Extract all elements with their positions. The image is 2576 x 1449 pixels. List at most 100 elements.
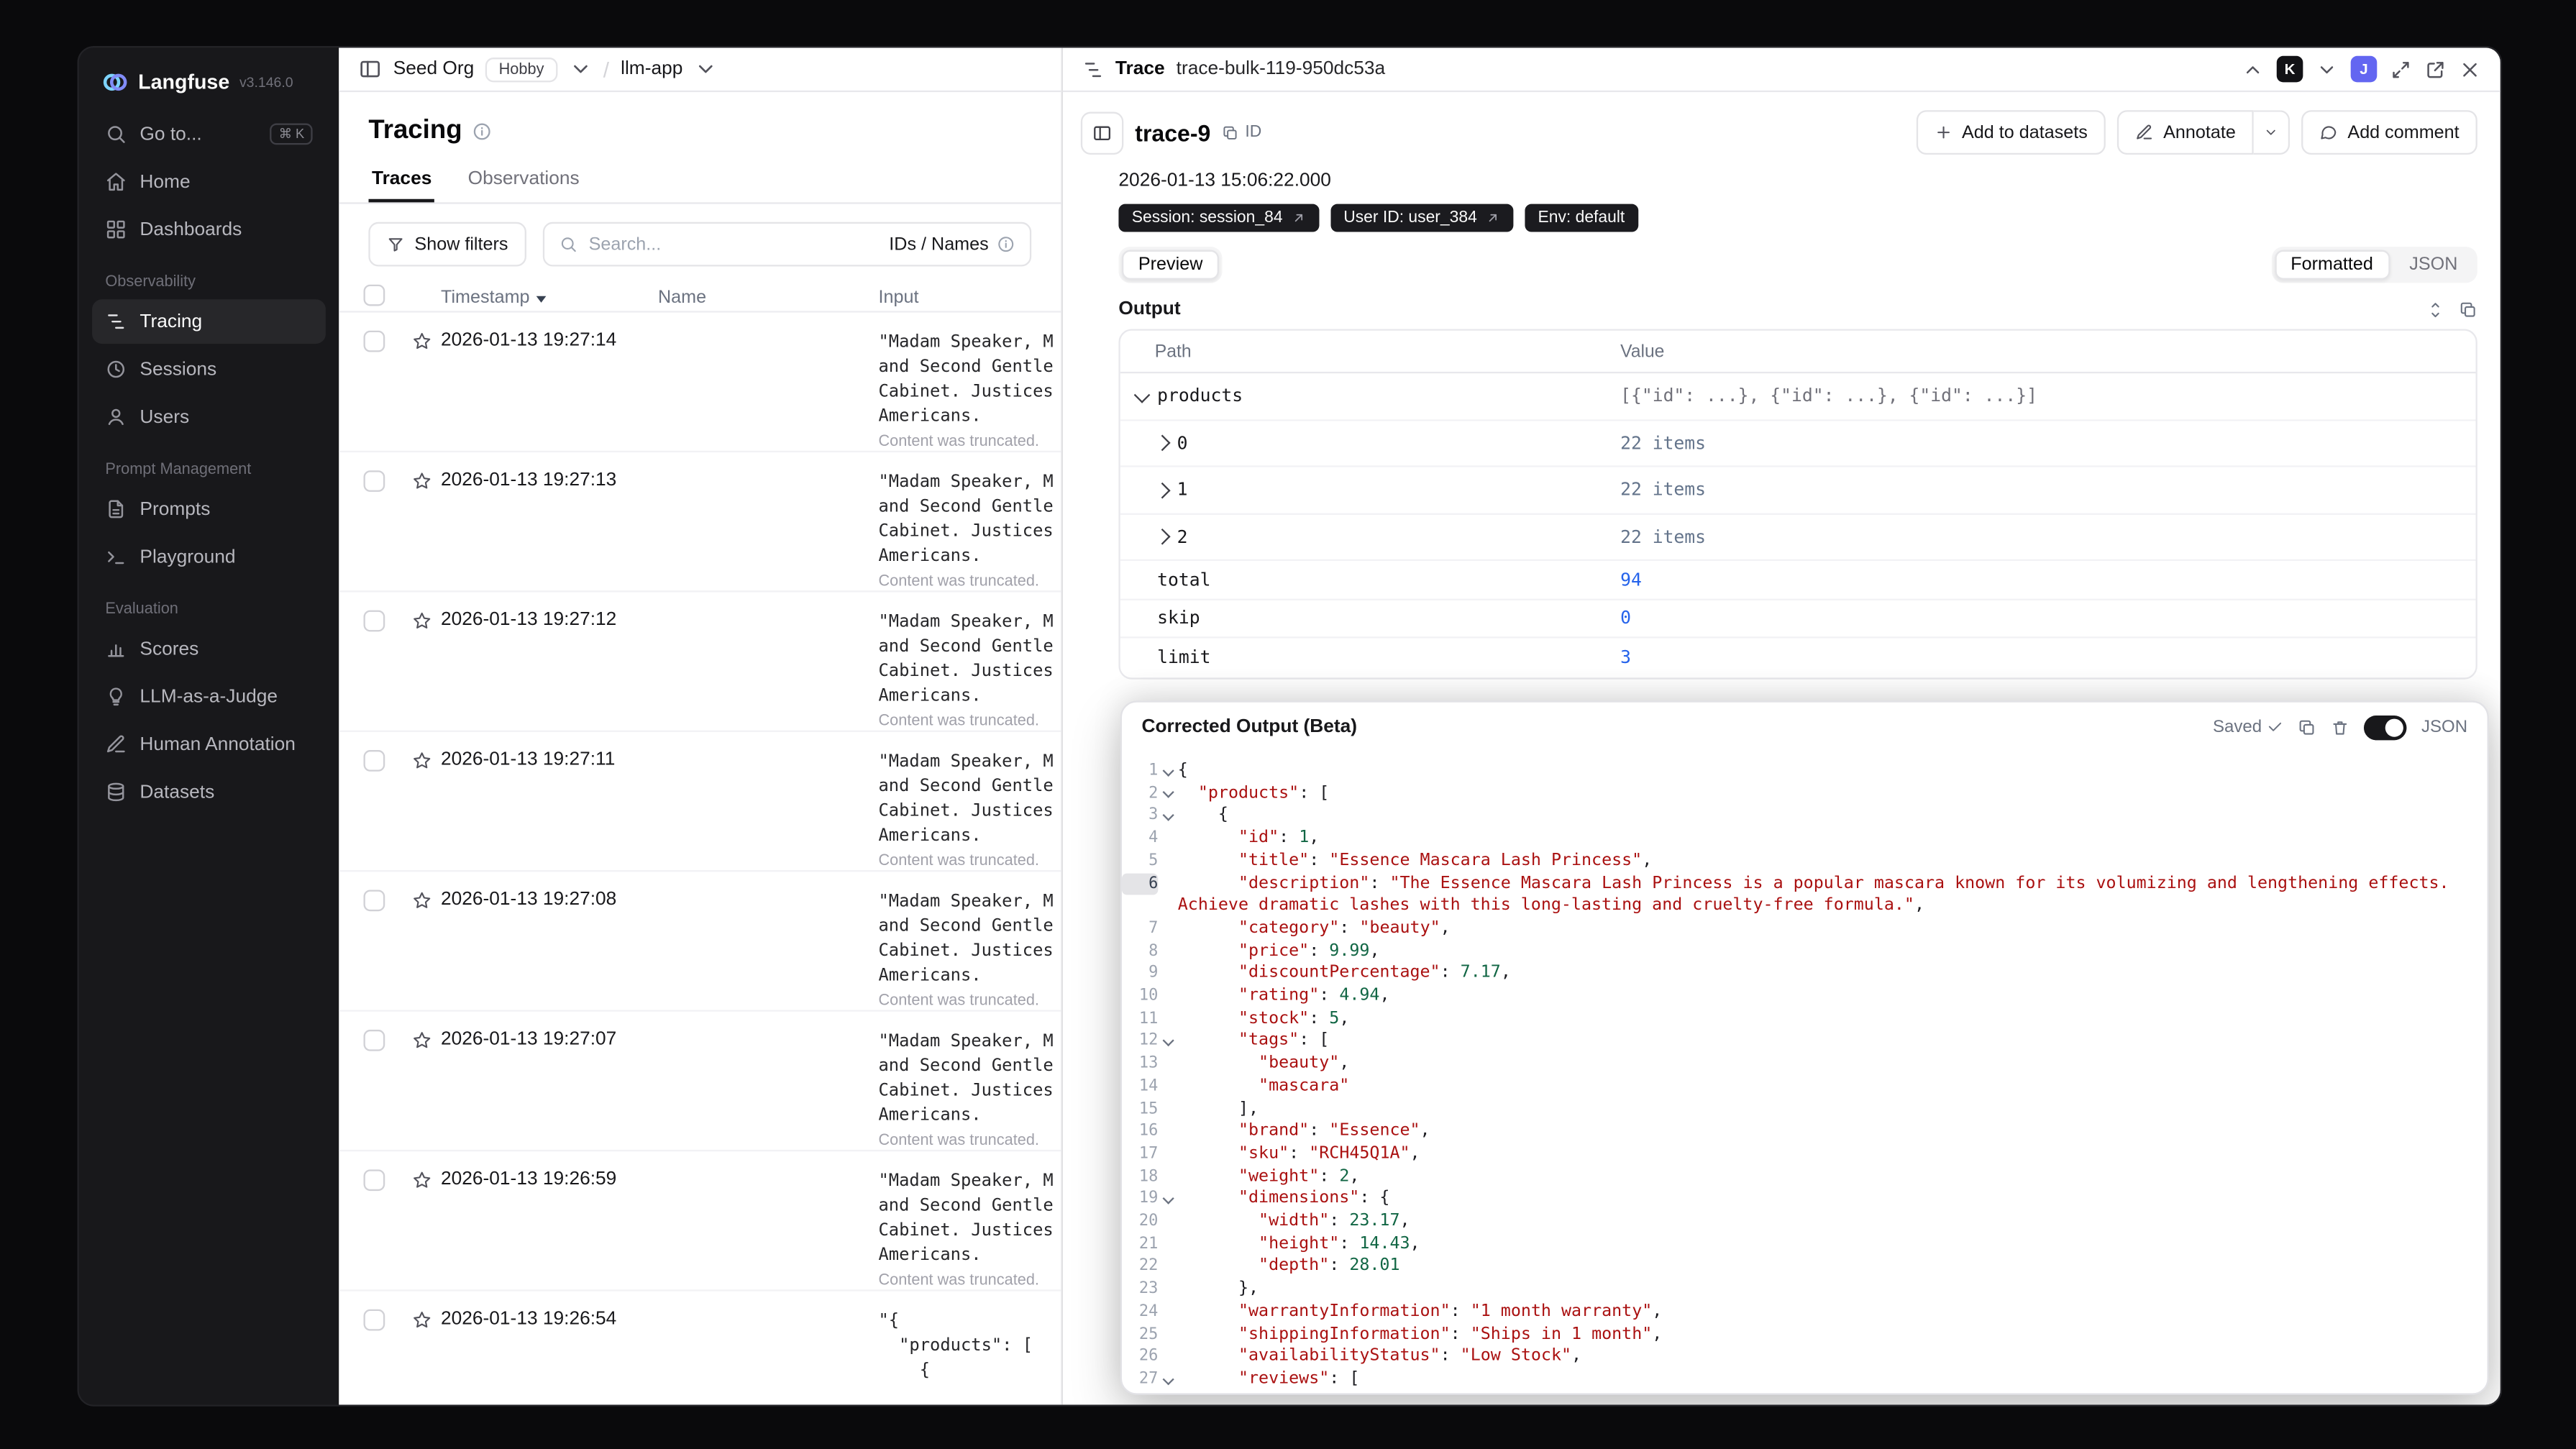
row-checkbox[interactable]	[363, 1169, 385, 1192]
trace-row[interactable]: 2026-01-13 19:27:12 "Madam Speaker, M an…	[339, 592, 1061, 732]
output-row[interactable]: 0 22 items	[1120, 420, 2476, 467]
goto-search[interactable]: Go to... ⌘ K	[92, 112, 326, 157]
trace-row[interactable]: 2026-01-13 19:27:14 "Madam Speaker, M an…	[339, 313, 1061, 453]
copy-icon[interactable]	[2298, 718, 2316, 736]
trace-id-copy[interactable]: ID	[1222, 124, 1261, 142]
sidebar-item-dashboards[interactable]: Dashboards	[92, 207, 326, 252]
search-scope-select[interactable]: IDs / Names	[889, 234, 1015, 254]
expand-icon[interactable]	[2390, 58, 2412, 80]
code-text: "title": "Essence Mascara Lash Princess"…	[1238, 851, 1653, 870]
sidebar-item-users[interactable]: Users	[92, 395, 326, 439]
code-text: },	[1177, 1279, 1259, 1299]
trace-row[interactable]: 2026-01-13 19:27:08 "Madam Speaker, M an…	[339, 872, 1061, 1012]
row-checkbox[interactable]	[363, 750, 385, 772]
fold-chevron-icon[interactable]	[1158, 1373, 1177, 1384]
code-line: 15 ],	[1122, 1098, 2488, 1120]
chevron-down-icon[interactable]	[569, 58, 592, 81]
output-row[interactable]: total 94	[1120, 561, 2476, 600]
unfold-icon[interactable]	[2426, 300, 2444, 318]
output-row[interactable]: 1 22 items	[1120, 467, 2476, 514]
sidebar-item-label: Playground	[140, 547, 236, 567]
star-icon[interactable]	[411, 331, 433, 352]
sidebar-item-sessions[interactable]: Sessions	[92, 347, 326, 392]
star-icon[interactable]	[411, 1309, 433, 1331]
star-icon[interactable]	[411, 750, 433, 772]
expand-chevron-icon[interactable]	[1154, 529, 1169, 544]
code-line: 13 "beauty",	[1122, 1053, 2488, 1075]
star-icon[interactable]	[411, 611, 433, 632]
output-row[interactable]: skip 0	[1120, 600, 2476, 639]
output-row[interactable]: 2 22 items	[1120, 514, 2476, 562]
row-checkbox[interactable]	[363, 1029, 385, 1051]
format-formatted[interactable]: Formatted	[2274, 250, 2390, 280]
sidebar-item-datasets[interactable]: Datasets	[92, 770, 326, 815]
row-checkbox[interactable]	[363, 890, 385, 912]
trace-badge[interactable]: User ID: user_384	[1330, 204, 1514, 232]
star-icon[interactable]	[411, 1169, 433, 1191]
show-filters-button[interactable]: Show filters	[368, 221, 526, 267]
sidebar-item-playground[interactable]: Playground	[92, 534, 326, 579]
column-input[interactable]: Input	[878, 288, 1061, 307]
expand-chevron-icon[interactable]	[1154, 435, 1169, 451]
sidebar-item-llm-as-a-judge[interactable]: LLM-as-a-Judge	[92, 675, 326, 719]
sidebar-item-label: Prompts	[140, 499, 211, 519]
sidebar-item-tracing[interactable]: Tracing	[92, 299, 326, 344]
row-checkbox[interactable]	[363, 330, 385, 352]
chevron-down-icon[interactable]	[694, 58, 717, 81]
fold-chevron-icon[interactable]	[1158, 764, 1177, 775]
select-all-checkbox[interactable]	[363, 284, 385, 306]
json-toggle[interactable]	[2363, 714, 2407, 740]
org-name[interactable]: Seed Org	[393, 59, 475, 78]
search-input[interactable]: Search... IDs / Names	[542, 221, 1032, 267]
chevron-up-icon[interactable]	[2242, 58, 2264, 80]
fold-chevron-icon[interactable]	[1158, 1192, 1177, 1203]
fold-chevron-icon[interactable]	[1158, 809, 1177, 821]
trace-row[interactable]: 2026-01-13 19:27:07 "Madam Speaker, M an…	[339, 1012, 1061, 1152]
row-checkbox[interactable]	[363, 470, 385, 492]
trace-row[interactable]: 2026-01-13 19:26:59 "Madam Speaker, M an…	[339, 1151, 1061, 1292]
collapse-panel-button[interactable]	[1080, 111, 1124, 154]
format-json[interactable]: JSON	[2393, 250, 2474, 280]
tab-preview[interactable]: Preview	[1122, 250, 1220, 280]
info-icon[interactable]	[472, 122, 491, 141]
fold-chevron-icon[interactable]	[1158, 1035, 1177, 1046]
add-to-datasets-button[interactable]: Add to datasets	[1915, 110, 2106, 155]
close-icon[interactable]	[2459, 58, 2481, 80]
star-icon[interactable]	[411, 470, 433, 492]
tab-observations[interactable]: Observations	[465, 161, 583, 202]
trace-row[interactable]: 2026-01-13 19:27:13 "Madam Speaker, M an…	[339, 452, 1061, 593]
column-name[interactable]: Name	[658, 288, 879, 307]
expand-chevron-icon[interactable]	[1154, 482, 1169, 498]
external-link-icon	[1291, 211, 1306, 226]
trace-badge[interactable]: Session: session_84	[1118, 204, 1319, 232]
star-icon[interactable]	[411, 890, 433, 911]
column-timestamp[interactable]: Timestamp	[441, 288, 658, 308]
row-checkbox[interactable]	[363, 610, 385, 632]
sidebar-toggle-icon[interactable]	[359, 58, 382, 81]
trace-badge[interactable]: Env: default	[1525, 204, 1638, 232]
annotate-button[interactable]: Annotate	[2117, 110, 2255, 155]
star-icon[interactable]	[411, 1030, 433, 1051]
output-row[interactable]: limit 3	[1120, 639, 2476, 677]
trash-icon[interactable]	[2331, 718, 2349, 736]
sidebar-item-home[interactable]: Home	[92, 160, 326, 204]
sidebar-item-prompts[interactable]: Prompts	[92, 487, 326, 531]
trace-row[interactable]: 2026-01-13 19:26:54 "{ "products": [ {	[339, 1292, 1061, 1405]
sidebar-item-human-annotation[interactable]: Human Annotation	[92, 722, 326, 767]
tab-traces[interactable]: Traces	[368, 161, 435, 202]
chevron-down-icon[interactable]	[2316, 58, 2338, 80]
fold-chevron-icon[interactable]	[1158, 787, 1177, 797]
annotate-dropdown-button[interactable]	[2254, 110, 2290, 155]
add-comment-button[interactable]: Add comment	[2301, 110, 2477, 155]
trace-row[interactable]: 2026-01-13 19:27:11 "Madam Speaker, M an…	[339, 732, 1061, 872]
row-checkbox[interactable]	[363, 1309, 385, 1331]
project-name[interactable]: llm-app	[621, 59, 682, 78]
code-text: "beauty",	[1259, 1054, 1350, 1073]
expand-chevron-icon[interactable]	[1134, 385, 1150, 401]
copy-icon[interactable]	[2459, 300, 2477, 318]
open-in-new-icon[interactable]	[2425, 58, 2447, 80]
json-code-editor[interactable]: 1 { 2 "products": [ 3 { 4 "id": 1, 5 "ti…	[1122, 751, 2488, 1393]
sidebar-item-scores[interactable]: Scores	[92, 626, 326, 671]
search-placeholder: Search...	[588, 234, 662, 255]
output-row[interactable]: products [{"id": ...}, {"id": ...}, {"id…	[1120, 373, 2476, 421]
